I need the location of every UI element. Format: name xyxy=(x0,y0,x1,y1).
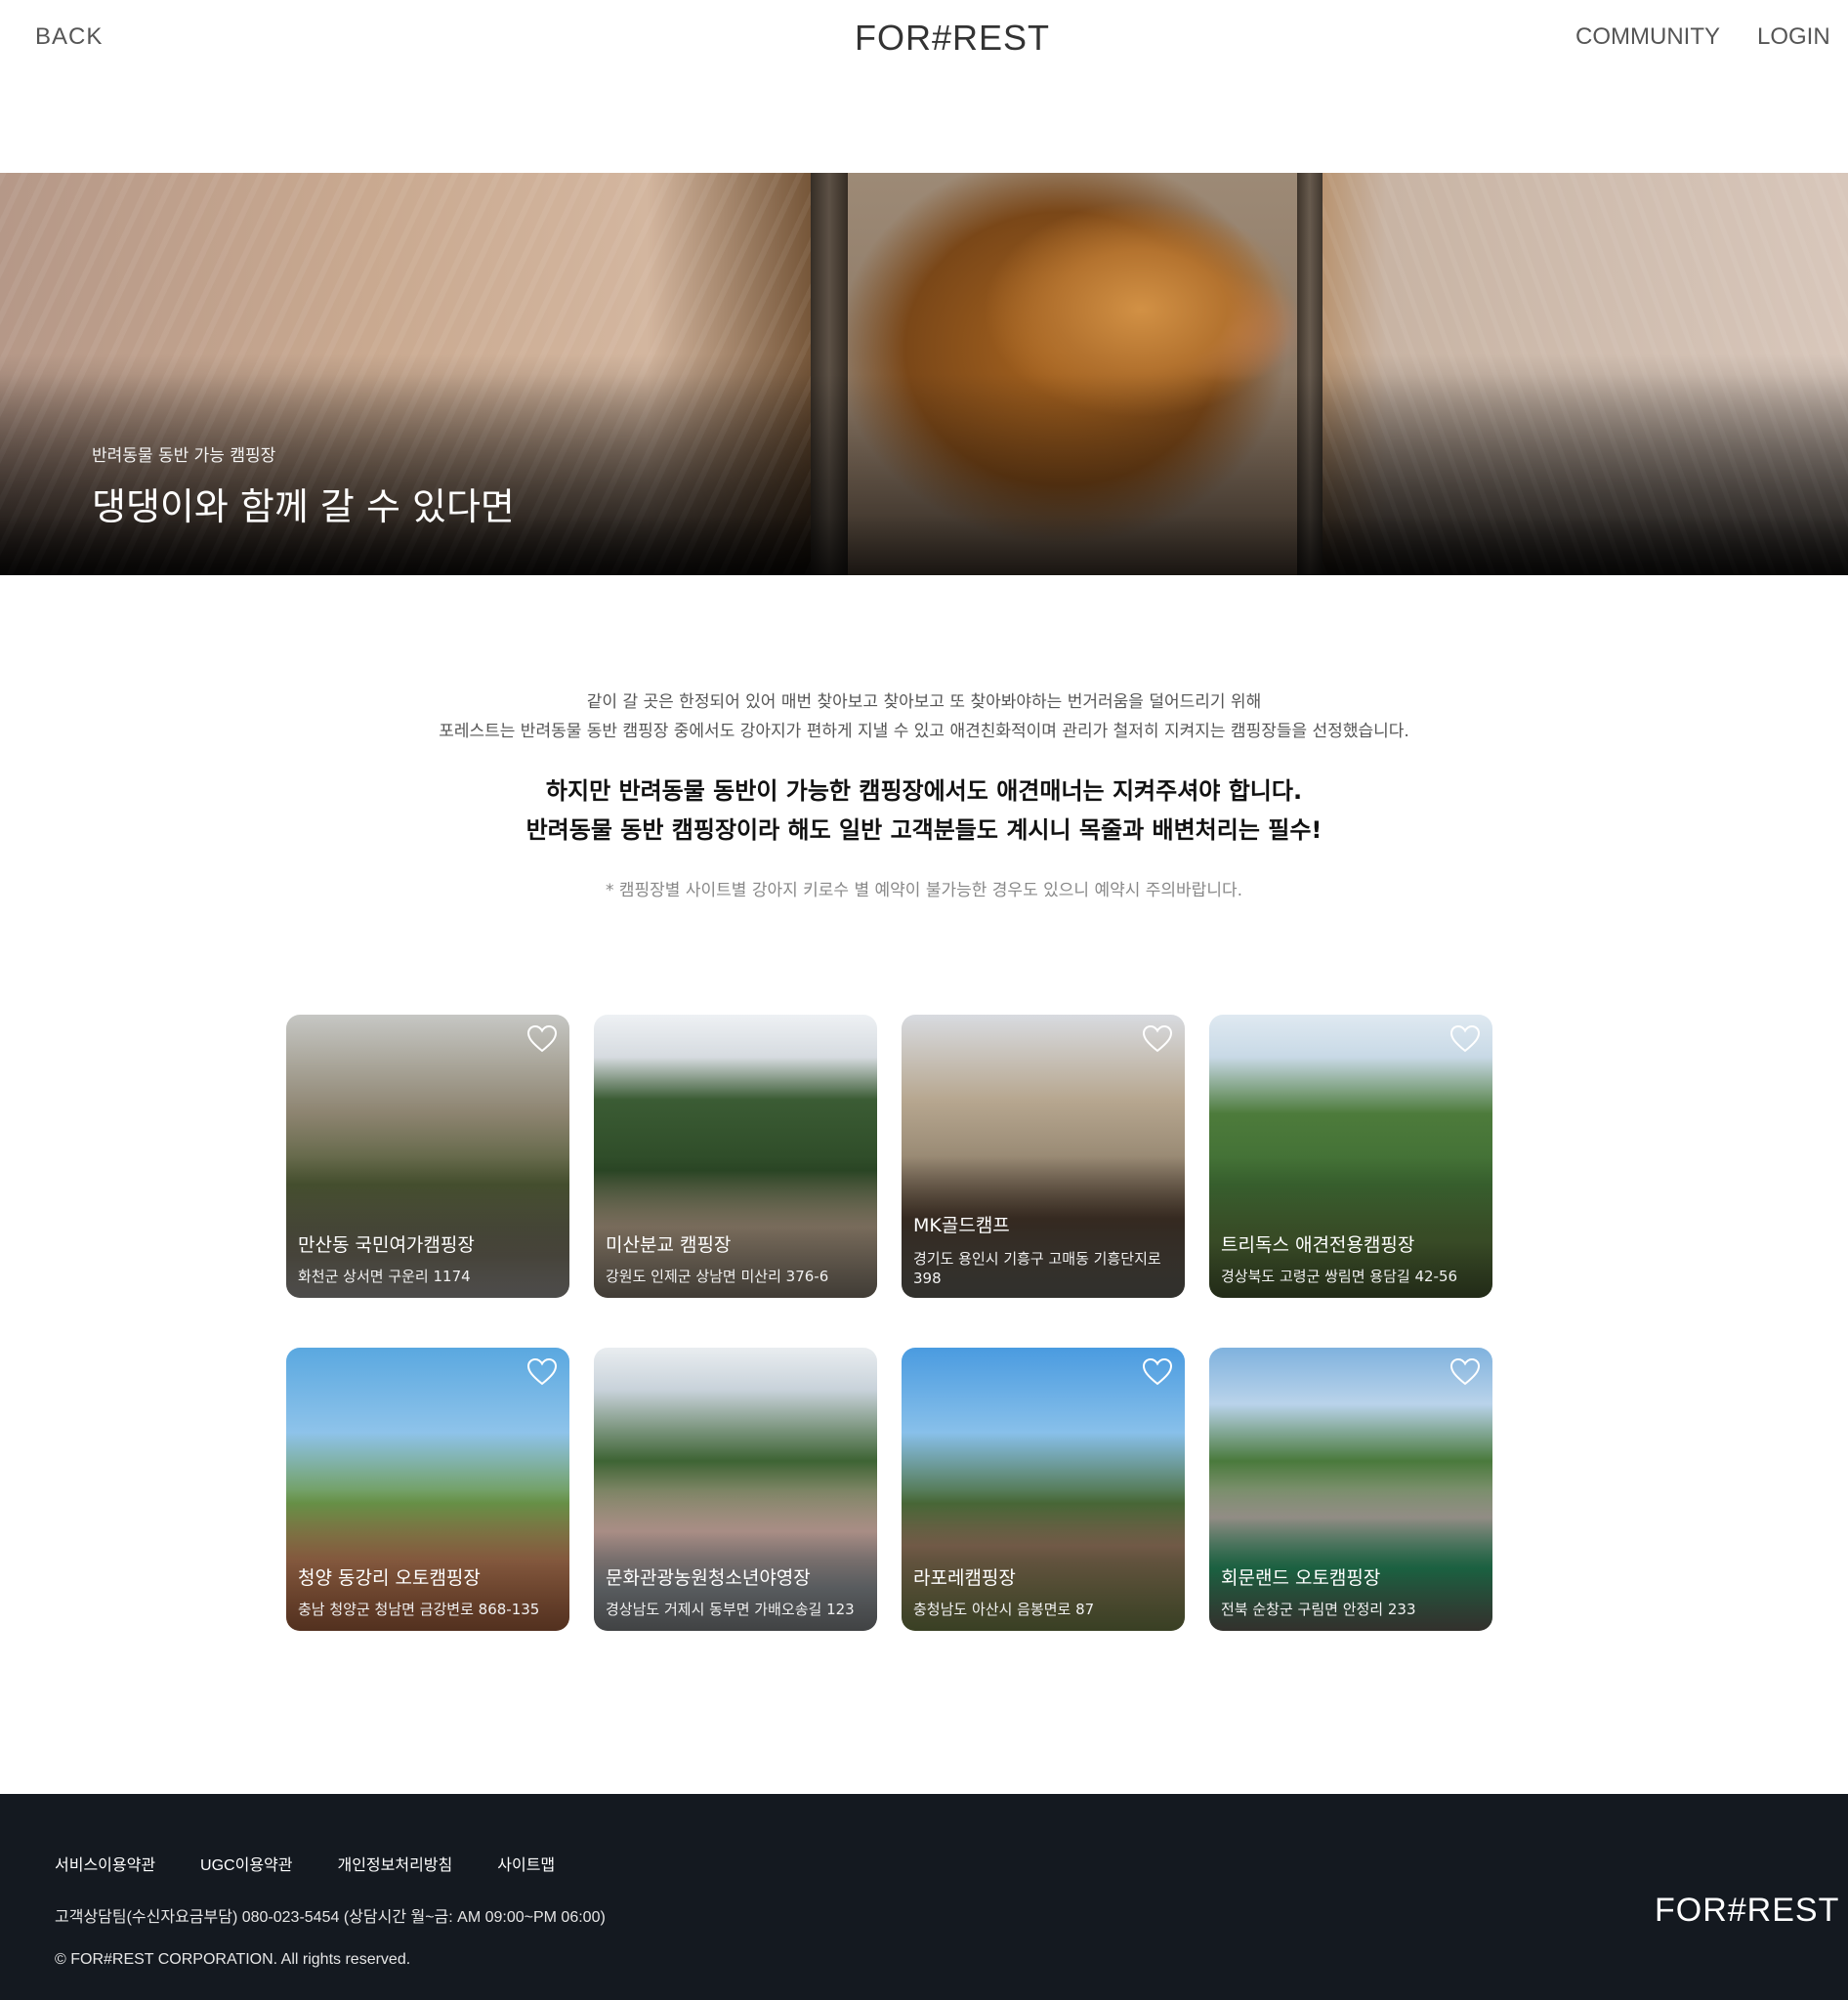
hero-subtitle: 반려동물 동반 가능 캠핑장 xyxy=(92,446,276,466)
heart-icon[interactable] xyxy=(1449,1024,1481,1054)
heart-icon[interactable] xyxy=(526,1024,558,1054)
site-footer: 서비스이용약관 UGC이용약관 개인정보처리방침 사이트맵 고객상담팀(수신자요… xyxy=(0,1794,1848,2000)
campsite-address: 경상남도 거제시 동부면 가배오송길 123 xyxy=(606,1601,855,1618)
campsite-name: 회문랜드 오토캠핑장 xyxy=(1221,1567,1381,1589)
campsite-name: 만산동 국민여가캠핑장 xyxy=(298,1234,475,1256)
campsite-card[interactable]: 라포레캠핑장 충청남도 아산시 음봉면로 87 xyxy=(902,1348,1185,1631)
campsite-name: 트리독스 애견전용캠핑장 xyxy=(1221,1234,1415,1256)
campsite-address: 강원도 인제군 상남면 미산리 376-6 xyxy=(606,1268,829,1285)
notice-line: 반려동물 동반 캠핑장이라 해도 일반 고객분들도 계시니 목줄과 배변처리는 … xyxy=(525,816,1323,844)
copyright: © FOR#REST CORPORATION. All rights reser… xyxy=(55,1951,411,1968)
campsite-address: 전북 순창군 구림면 안정리 233 xyxy=(1221,1601,1416,1618)
customer-service-info: 고객상담팀(수신자요금부담) 080-023-5454 (상담시간 월~금: A… xyxy=(55,1909,606,1926)
campsite-name: MK골드캠프 xyxy=(913,1215,1010,1236)
heart-icon[interactable] xyxy=(1449,1357,1481,1387)
site-header: BACK FOR#REST COMMUNITY LOGIN xyxy=(0,0,1848,82)
campsite-address: 충청남도 아산시 음봉면로 87 xyxy=(913,1601,1095,1618)
footer-link-sitemap[interactable]: 사이트맵 xyxy=(497,1852,555,1875)
campsite-name: 미산분교 캠핑장 xyxy=(606,1234,732,1256)
intro-line: 같이 갈 곳은 한정되어 있어 매번 찾아보고 찾아보고 또 찾아봐야하는 번거… xyxy=(586,692,1262,712)
footer-link-terms[interactable]: 서비스이용약관 xyxy=(55,1852,155,1875)
footer-link-privacy[interactable]: 개인정보처리방침 xyxy=(337,1852,452,1875)
campsite-card[interactable]: 미산분교 캠핑장 강원도 인제군 상남면 미산리 376-6 xyxy=(594,1015,877,1298)
site-logo[interactable]: FOR#REST xyxy=(855,18,1050,59)
campsite-card[interactable]: 만산동 국민여가캠핑장 화천군 상서면 구운리 1174 xyxy=(286,1015,569,1298)
back-link[interactable]: BACK xyxy=(35,23,103,51)
reservation-footnote: * 캠핑장별 사이트별 강아지 키로수 별 예약이 불가능한 경우도 있으니 예… xyxy=(605,881,1243,900)
campsite-name: 청양 동강리 오토캠핑장 xyxy=(298,1567,481,1589)
login-link[interactable]: LOGIN xyxy=(1757,23,1830,51)
heart-icon[interactable] xyxy=(1142,1024,1173,1054)
community-link[interactable]: COMMUNITY xyxy=(1575,23,1720,51)
campsite-address: 화천군 상서면 구운리 1174 xyxy=(298,1268,471,1285)
heart-icon[interactable] xyxy=(1142,1357,1173,1387)
campsite-card[interactable]: MK골드캠프 경기도 용인시 기흥구 고매동 기흥단지로 398 xyxy=(902,1015,1185,1298)
campsite-card[interactable]: 청양 동강리 오토캠핑장 충남 청양군 청남면 금강변로 868-135 xyxy=(286,1348,569,1631)
campsite-address: 경기도 용인시 기흥구 고매동 기흥단지로 398 xyxy=(913,1250,1161,1287)
heart-icon[interactable] xyxy=(526,1357,558,1387)
hero-title: 댕댕이와 함께 갈 수 있다면 xyxy=(92,485,515,528)
notice-line: 하지만 반려동물 동반이 가능한 캠핑장에서도 애견매너는 지켜주셔야 합니다. xyxy=(545,777,1303,805)
manner-notice: 하지만 반려동물 동반이 가능한 캠핑장에서도 애견매너는 지켜주셔야 합니다.… xyxy=(0,771,1848,850)
campsite-address: 충남 청양군 청남면 금강변로 868-135 xyxy=(298,1601,540,1618)
campsite-card[interactable]: 트리독스 애견전용캠핑장 경상북도 고령군 쌍림면 용담길 42-56 xyxy=(1209,1015,1492,1298)
campsite-name: 문화관광농원청소년야영장 xyxy=(606,1567,811,1589)
campsite-card[interactable]: 회문랜드 오토캠핑장 전북 순창군 구림면 안정리 233 xyxy=(1209,1348,1492,1631)
intro-text: 같이 갈 곳은 한정되어 있어 매번 찾아보고 찾아보고 또 찾아봐야하는 번거… xyxy=(0,688,1848,746)
intro-line: 포레스트는 반려동물 동반 캠핑장 중에서도 강아지가 편하게 지낼 수 있고 … xyxy=(439,722,1409,741)
footer-link-ugc-terms[interactable]: UGC이용약관 xyxy=(200,1852,292,1875)
campsite-address: 경상북도 고령군 쌍림면 용담길 42-56 xyxy=(1221,1268,1458,1285)
footer-logo: FOR#REST xyxy=(1655,1892,1840,1929)
footer-links: 서비스이용약관 UGC이용약관 개인정보처리방침 사이트맵 xyxy=(55,1852,555,1875)
campsite-card[interactable]: 문화관광농원청소년야영장 경상남도 거제시 동부면 가배오송길 123 xyxy=(594,1348,877,1631)
campsite-name: 라포레캠핑장 xyxy=(913,1567,1016,1589)
